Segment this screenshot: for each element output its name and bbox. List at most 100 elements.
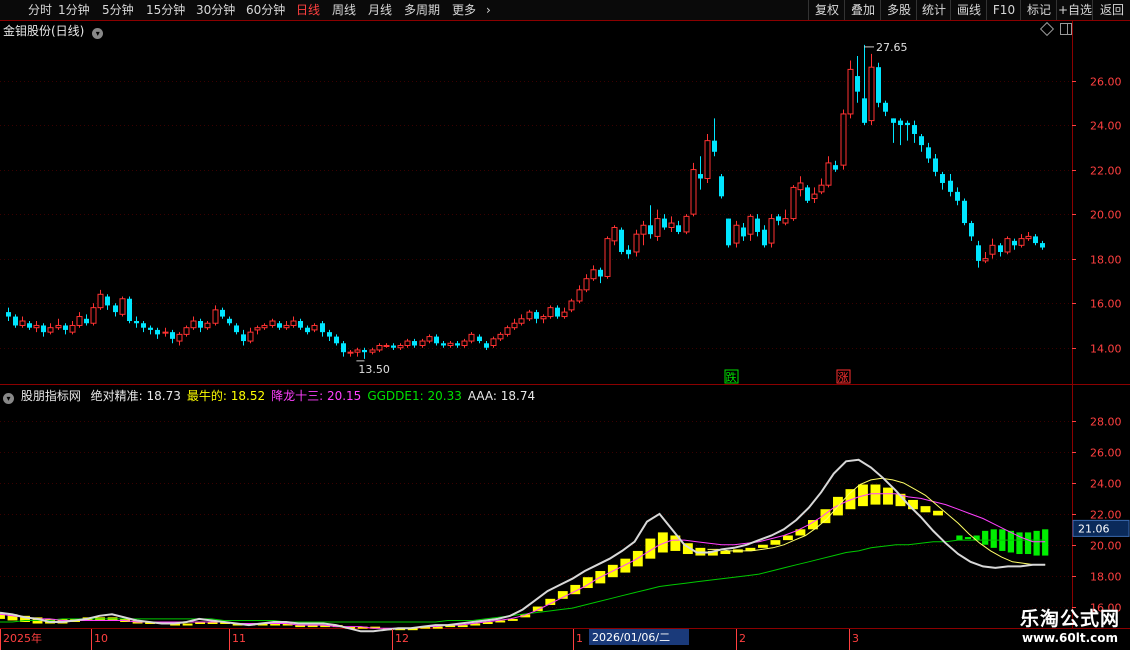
candle-body xyxy=(27,323,32,328)
candle-body xyxy=(1012,240,1017,246)
candle-body xyxy=(84,318,89,324)
candle-body xyxy=(320,323,325,333)
candle-body xyxy=(919,136,924,146)
candle-body xyxy=(76,316,83,326)
candle-body xyxy=(1018,238,1025,246)
candle-body xyxy=(90,307,97,324)
yellow-bar xyxy=(770,540,781,545)
candle-body xyxy=(619,229,624,252)
candle-body xyxy=(426,336,433,342)
candle-body xyxy=(327,332,332,337)
candle-body xyxy=(441,343,446,346)
candle-body xyxy=(633,233,640,253)
candle-body xyxy=(733,224,740,244)
jianglong-line xyxy=(0,493,1046,629)
green-bar xyxy=(1024,532,1032,555)
kline-chart[interactable]: 14.00 16.00 18.00 20.00 22.00 24.00 26.00 27.65… xyxy=(0,0,1130,650)
candle-body xyxy=(654,218,661,237)
candle-body xyxy=(982,258,989,262)
candle-body xyxy=(254,327,261,331)
candle-body xyxy=(662,218,667,228)
candle-body xyxy=(898,120,903,126)
candle-body xyxy=(33,324,40,329)
candle-body xyxy=(698,174,703,179)
candle-body xyxy=(148,327,153,330)
candle-body xyxy=(261,324,268,329)
yellow-bar xyxy=(532,606,543,612)
candle-body xyxy=(247,331,254,342)
main-y-tick-label: 24.00 xyxy=(1090,120,1122,133)
candle-body xyxy=(176,333,183,342)
yellow-bar xyxy=(720,550,731,555)
current-value-label: 21.06 xyxy=(1078,522,1110,535)
candle-body xyxy=(134,321,139,324)
candle-body xyxy=(220,309,225,317)
candle-body xyxy=(354,349,361,353)
candle-body xyxy=(969,223,974,237)
candle-body xyxy=(948,180,953,192)
candle-body xyxy=(747,215,754,235)
candle-body xyxy=(690,169,697,215)
date-label: 3 xyxy=(852,632,859,645)
green-bar xyxy=(1007,530,1015,553)
candle-body xyxy=(497,333,504,340)
candle-body xyxy=(455,343,460,346)
main-y-tick-label: 16.00 xyxy=(1090,298,1122,311)
date-label: 1 xyxy=(576,632,583,645)
candle-body xyxy=(840,113,847,166)
candle-body xyxy=(369,349,376,353)
candle-body xyxy=(290,320,297,326)
candle-body xyxy=(490,338,497,347)
green-bar xyxy=(973,535,980,541)
candle-body xyxy=(141,323,146,328)
candle-body xyxy=(868,66,875,122)
candle-body xyxy=(683,215,690,233)
candle-body xyxy=(905,122,910,126)
candle-body xyxy=(555,307,560,317)
candle-body xyxy=(712,140,717,152)
candle-body xyxy=(598,269,603,277)
candle-body xyxy=(640,224,647,235)
candle-body xyxy=(63,325,68,330)
candle-body xyxy=(468,333,475,342)
candle-body xyxy=(55,324,62,329)
candle-body xyxy=(818,184,825,193)
candle-body xyxy=(6,312,11,317)
watermark-line2: www.60lt.com xyxy=(1021,631,1118,645)
candle-body xyxy=(162,331,169,334)
candle-body xyxy=(477,336,482,342)
candle-body xyxy=(283,324,290,329)
main-y-tick-label: 26.00 xyxy=(1090,76,1122,89)
date-label: 10 xyxy=(94,632,108,645)
candle-body xyxy=(704,140,711,180)
candle-body xyxy=(912,125,917,134)
candle-body xyxy=(805,187,810,201)
candle-body xyxy=(762,229,767,246)
candle-body xyxy=(862,98,867,123)
candle-body xyxy=(461,340,468,347)
low-price-label: 13.50 xyxy=(358,363,390,376)
candle-body xyxy=(540,316,547,320)
candle-body xyxy=(69,324,76,333)
candle-body xyxy=(183,327,190,335)
main-y-tick-label: 20.00 xyxy=(1090,209,1122,222)
green-bar xyxy=(1042,529,1049,556)
watermark-line1: 乐淘公式网 xyxy=(1019,608,1120,630)
candle-body xyxy=(891,118,896,123)
candle-body xyxy=(933,158,938,172)
green-bar xyxy=(1033,530,1040,556)
yellow-bar xyxy=(620,558,631,573)
candle-body xyxy=(269,320,276,326)
candle-body xyxy=(504,327,511,335)
candle-body xyxy=(170,332,175,339)
indicator-y-tick-label: 24.00 xyxy=(1090,478,1122,491)
candle-body xyxy=(626,249,631,255)
date-label: 12 xyxy=(395,632,409,645)
candle-body xyxy=(376,345,383,351)
yellow-bar xyxy=(870,484,881,505)
yellow-bar xyxy=(883,487,893,505)
candle-body xyxy=(41,325,46,333)
candle-body xyxy=(19,320,26,326)
candle-body xyxy=(726,218,731,246)
candle-body xyxy=(741,227,746,237)
